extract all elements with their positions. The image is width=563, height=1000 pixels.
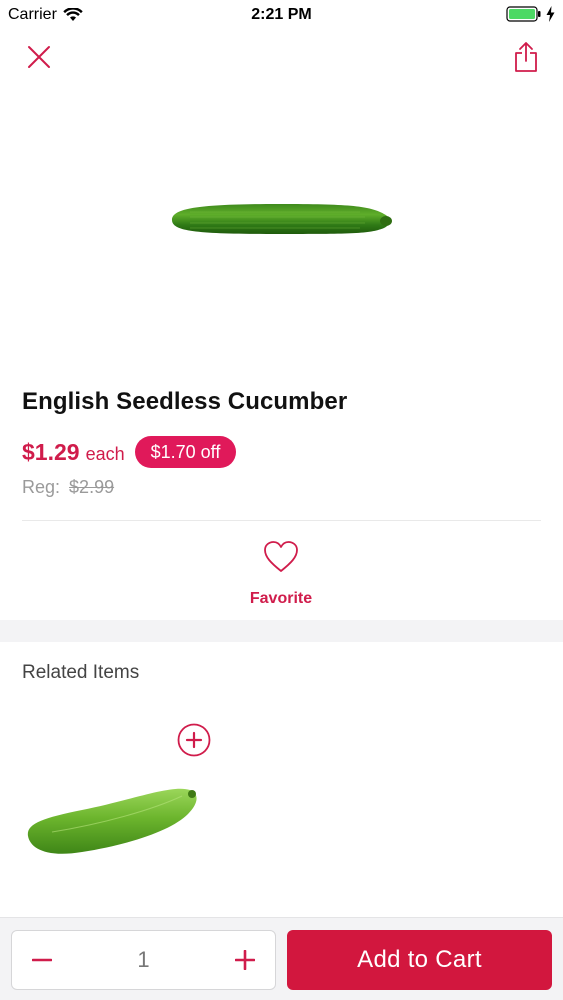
wifi-icon bbox=[63, 8, 83, 21]
favorite-button[interactable]: Favorite bbox=[231, 538, 331, 610]
section-separator bbox=[0, 620, 563, 642]
close-button[interactable] bbox=[22, 40, 56, 74]
product-title: English Seedless Cucumber bbox=[22, 388, 348, 415]
divider bbox=[22, 520, 541, 521]
cart-bar: 1 Add to Cart bbox=[0, 917, 563, 1000]
sale-price: $1.29 bbox=[22, 438, 80, 465]
favorite-label: Favorite bbox=[249, 590, 313, 607]
status-time: 2:21 PM bbox=[251, 6, 312, 23]
battery-indicator bbox=[506, 6, 555, 22]
close-icon bbox=[28, 46, 50, 68]
share-icon bbox=[515, 42, 537, 72]
related-items-title: Related Items bbox=[22, 662, 140, 683]
plus-circle-icon bbox=[177, 723, 211, 757]
price-unit: each bbox=[85, 443, 125, 464]
plus-icon bbox=[235, 950, 255, 970]
share-button[interactable] bbox=[509, 38, 543, 76]
regular-price: $2.99 bbox=[69, 477, 115, 497]
carrier-label: Carrier bbox=[8, 6, 57, 23]
heart-icon bbox=[264, 541, 298, 572]
regular-price-label: Reg: bbox=[22, 477, 61, 497]
regular-price-row: Reg: $2.99 bbox=[22, 477, 114, 498]
decrease-quantity-button[interactable] bbox=[12, 931, 72, 989]
price-row: $1.29 each $1.70 off bbox=[22, 434, 237, 470]
related-item-image[interactable] bbox=[22, 780, 202, 860]
product-image bbox=[172, 204, 392, 234]
battery-icon bbox=[506, 6, 541, 22]
quantity-value[interactable]: 1 bbox=[72, 931, 215, 989]
carrier-indicator: Carrier bbox=[8, 6, 83, 24]
increase-quantity-button[interactable] bbox=[215, 931, 275, 989]
status-bar: Carrier 2:21 PM bbox=[0, 0, 563, 30]
related-item-add-button[interactable] bbox=[177, 723, 211, 757]
discount-badge: $1.70 off bbox=[134, 436, 237, 468]
quantity-stepper: 1 bbox=[11, 930, 276, 990]
charging-bolt-icon bbox=[546, 6, 555, 22]
add-to-cart-button[interactable]: Add to Cart bbox=[287, 930, 552, 990]
minus-icon bbox=[32, 958, 52, 962]
